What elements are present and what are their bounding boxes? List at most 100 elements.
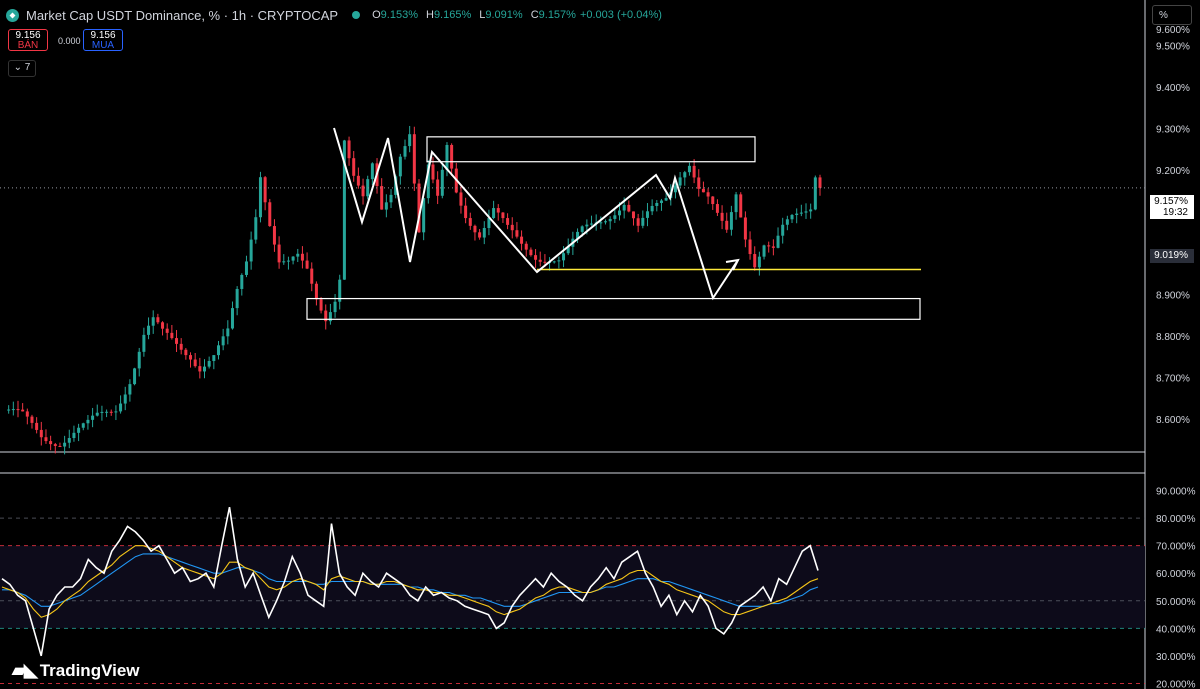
symbol-title[interactable]: Market Cap USDT Dominance, % · 1h · CRYP…: [26, 8, 338, 23]
candle-body: [520, 236, 524, 244]
price-tick-label: 9.600%: [1156, 25, 1190, 36]
price-tick-label: 9.300%: [1156, 125, 1190, 136]
candle-body: [221, 336, 225, 346]
sell-button[interactable]: 9.156 BÁN: [8, 29, 48, 51]
symbol-logo-icon: [6, 8, 19, 22]
candle-body: [123, 394, 127, 404]
price-tick-label: 9.400%: [1156, 83, 1190, 94]
candle-body: [562, 253, 566, 261]
candle-body: [203, 366, 207, 372]
ohlc-low: L9.091%: [479, 9, 523, 21]
candle-body: [506, 218, 510, 225]
candle-body: [133, 368, 137, 385]
candle-body: [356, 175, 360, 186]
candle-body: [310, 268, 314, 284]
price-tick-label: 9.500%: [1156, 42, 1190, 53]
candle-body: [370, 163, 374, 180]
candle-body: [543, 261, 547, 263]
candle-body: [757, 256, 761, 268]
candle-body: [319, 299, 323, 311]
candle-body: [617, 210, 621, 216]
chart-canvas[interactable]: 9.500%9.400%9.300%9.200%9.100%9.000%8.90…: [0, 0, 1200, 689]
candle-body: [580, 226, 584, 232]
candle-body: [687, 165, 691, 173]
candle-body: [282, 261, 286, 263]
candle-body: [272, 226, 276, 245]
candle-body: [291, 256, 295, 261]
candle-body: [771, 246, 775, 248]
candle-body: [678, 177, 682, 186]
candle-body: [193, 359, 197, 367]
candle-body: [445, 144, 449, 170]
candle-body: [277, 244, 281, 263]
candle-body: [725, 220, 729, 230]
candle-body: [631, 211, 635, 219]
candle-body: [49, 441, 53, 445]
candle-body: [762, 245, 766, 257]
candle-body: [729, 212, 733, 230]
candle-body: [683, 172, 687, 178]
candle-body: [249, 239, 253, 262]
rsi-tick-label: 30.000%: [1156, 652, 1196, 663]
candle-body: [44, 437, 48, 442]
candle-body: [664, 198, 668, 201]
candle-body: [258, 177, 262, 218]
candle-body: [701, 188, 705, 193]
tradingview-logo[interactable]: ▰◣ TradingView: [12, 660, 140, 681]
candle-body: [114, 411, 118, 413]
candle-body: [361, 185, 365, 197]
candle-body: [804, 211, 808, 213]
candle-body: [813, 177, 817, 210]
tradingview-wordmark: TradingView: [39, 660, 140, 680]
candle-body: [590, 223, 594, 225]
pattern-zigzag: [333, 127, 739, 301]
candle-body: [767, 245, 771, 247]
candle-body: [627, 204, 631, 212]
price-tick-label: 8.600%: [1156, 415, 1190, 426]
candle-body: [538, 259, 542, 262]
candle-body: [207, 361, 211, 367]
candle-body: [268, 202, 272, 227]
candle-body: [748, 239, 752, 255]
candle-body: [408, 134, 412, 147]
candle-body: [599, 222, 603, 224]
candle-body: [459, 192, 463, 206]
scale-mode-button[interactable]: %: [1152, 5, 1192, 25]
candle-body: [492, 208, 496, 218]
candle-body: [240, 274, 244, 289]
candle-body: [156, 317, 160, 323]
candle-body: [622, 204, 626, 211]
candle-body: [128, 384, 132, 395]
candle-body: [557, 260, 561, 262]
candle-body: [515, 230, 519, 237]
current-price-tag: 9.157% 19:32: [1150, 195, 1194, 219]
buy-button[interactable]: 9.156 MUA: [83, 29, 123, 51]
candle-body: [63, 442, 67, 447]
candle-body: [86, 419, 90, 424]
candle-body: [380, 186, 384, 210]
candle-body: [655, 202, 659, 206]
indicators-collapse-button[interactable]: ⌄ 7: [8, 60, 36, 77]
candle-body: [21, 409, 25, 412]
candle-body: [799, 212, 803, 214]
candle-body: [412, 134, 416, 184]
candle-body: [398, 156, 402, 177]
candle-body: [650, 205, 654, 212]
candle-body: [352, 158, 356, 176]
tradingview-logo-icon: ▰◣: [12, 660, 38, 680]
candle-body: [818, 177, 822, 188]
candle-body: [389, 194, 393, 203]
candle-body: [91, 415, 95, 420]
candle-body: [230, 308, 234, 329]
candle-body: [450, 144, 454, 169]
candle-body: [72, 432, 76, 439]
rsi-tick-label: 40.000%: [1156, 624, 1196, 635]
candle-body: [720, 212, 724, 221]
candle-body: [53, 444, 57, 446]
candle-body: [613, 215, 617, 219]
candle-body: [711, 196, 715, 205]
candle-body: [179, 343, 183, 350]
candle-body: [305, 260, 309, 269]
candle-body: [25, 411, 29, 417]
current-price-value: 9.157%: [1154, 196, 1188, 207]
